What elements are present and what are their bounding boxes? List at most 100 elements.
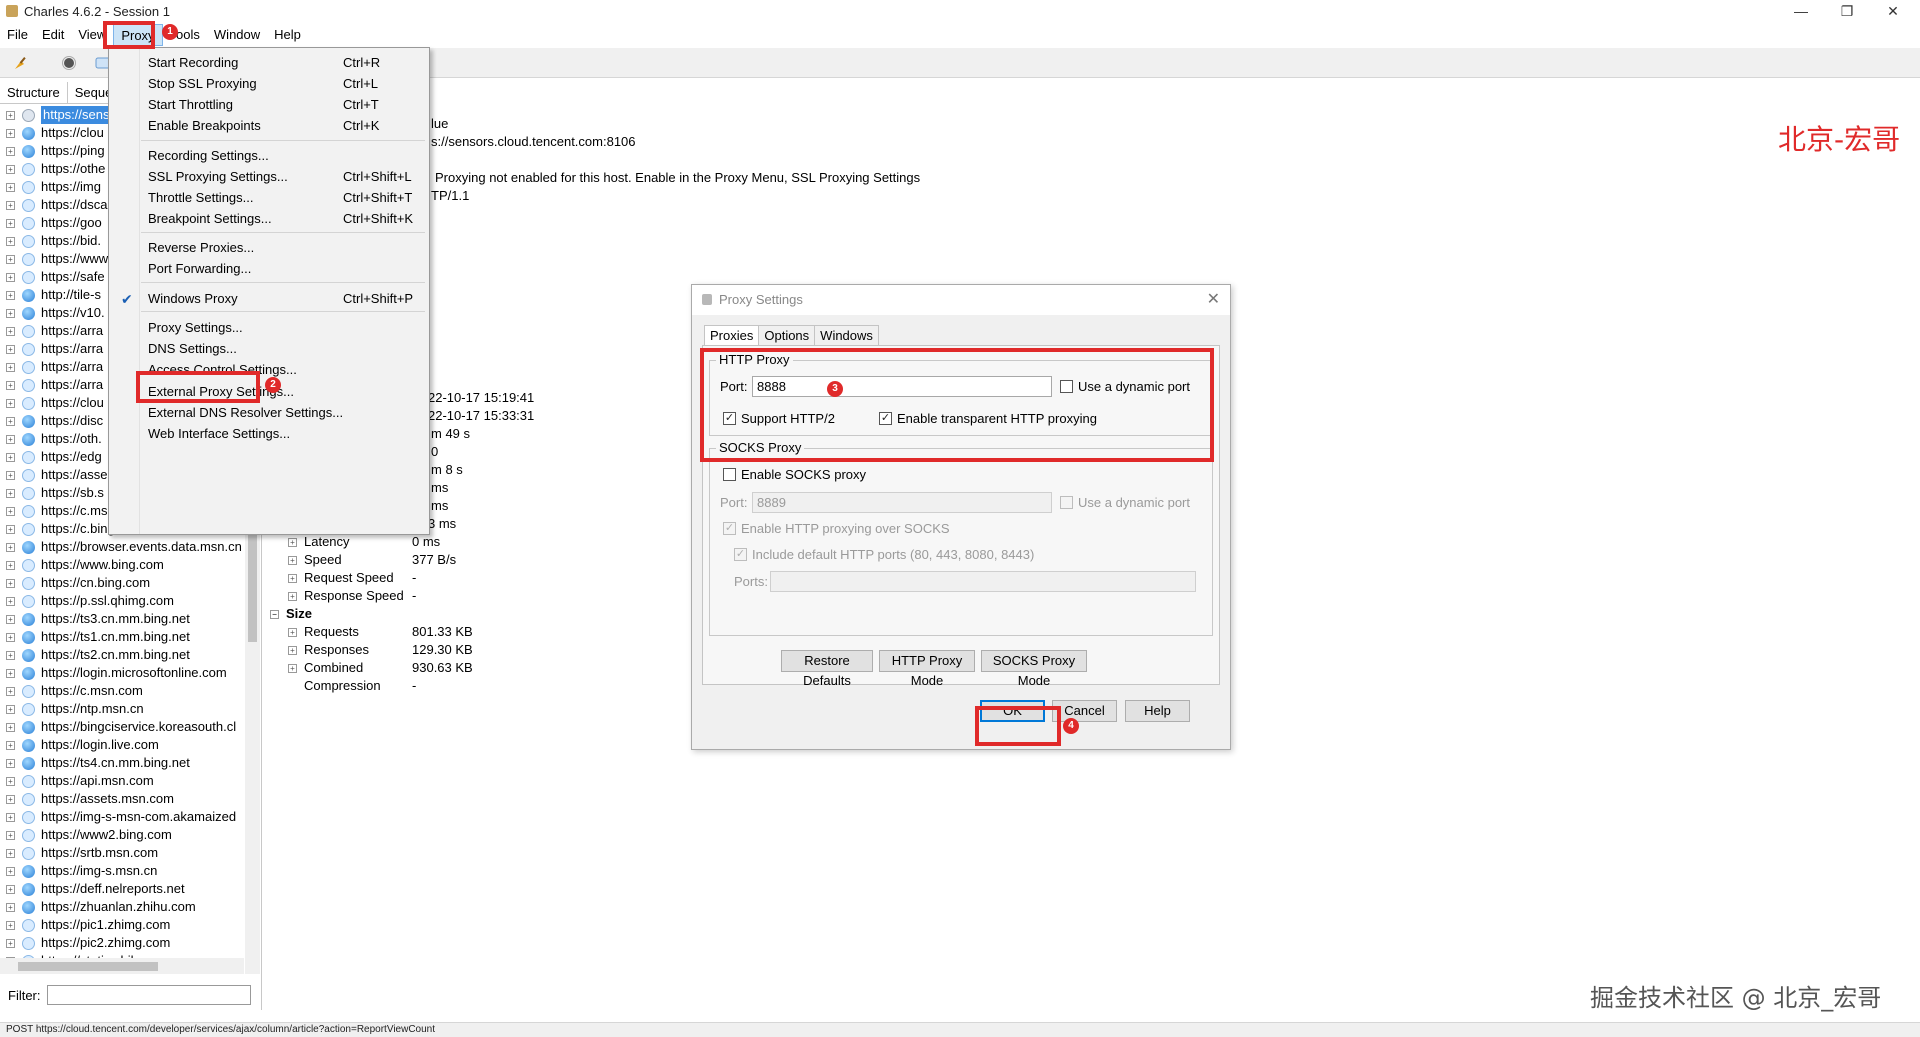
- host-row[interactable]: + https://img-s-msn-com.akamaized: [0, 808, 244, 826]
- expand-icon[interactable]: +: [288, 538, 297, 548]
- enable-socks-checkbox[interactable]: [723, 468, 736, 481]
- menu-item-enable-breakpoints[interactable]: Enable Breakpoints Ctrl+K: [109, 115, 429, 137]
- expand-icon[interactable]: +: [6, 561, 15, 570]
- expand-icon[interactable]: +: [6, 525, 15, 534]
- tab-proxies[interactable]: Proxies: [704, 325, 760, 346]
- expand-icon[interactable]: +: [6, 507, 15, 516]
- menu-item-reverse-proxies[interactable]: Reverse Proxies...: [109, 237, 429, 259]
- expand-icon[interactable]: +: [6, 723, 15, 732]
- tree-row-size[interactable]: − Size: [270, 606, 312, 621]
- restore-defaults-button[interactable]: Restore Defaults: [781, 650, 873, 688]
- host-row[interactable]: + https://pic2.zhimg.com: [0, 934, 244, 952]
- expand-icon[interactable]: +: [6, 687, 15, 696]
- http-over-socks-checkbox[interactable]: ✓: [723, 522, 736, 535]
- expand-icon[interactable]: +: [288, 664, 297, 674]
- close-window-button[interactable]: ✕: [1870, 0, 1916, 22]
- expand-icon[interactable]: +: [6, 255, 15, 264]
- socks-dynamic-port-checkbox[interactable]: [1060, 496, 1073, 509]
- expand-icon[interactable]: +: [6, 399, 15, 408]
- menu-item-start-throttling[interactable]: Start Throttling Ctrl+T: [109, 94, 429, 116]
- expand-icon[interactable]: +: [6, 777, 15, 786]
- host-row[interactable]: + https://zhuanlan.zhihu.com: [0, 898, 244, 916]
- expand-icon[interactable]: +: [6, 111, 15, 120]
- expand-icon[interactable]: +: [6, 705, 15, 714]
- host-row[interactable]: + https://c.msn.com: [0, 682, 244, 700]
- tab-structure[interactable]: Structure: [0, 82, 68, 103]
- host-row[interactable]: + https://ts4.cn.mm.bing.net: [0, 754, 244, 772]
- expand-icon[interactable]: +: [6, 471, 15, 480]
- host-row[interactable]: + https://p.ssl.qhimg.com: [0, 592, 244, 610]
- host-row[interactable]: + https://ts3.cn.mm.bing.net: [0, 610, 244, 628]
- menu-item-external-dns-resolver-settings[interactable]: External DNS Resolver Settings...: [109, 402, 429, 424]
- menu-item-proxy-settings[interactable]: Proxy Settings...: [109, 317, 429, 339]
- expand-icon[interactable]: +: [6, 489, 15, 498]
- expand-icon[interactable]: +: [6, 327, 15, 336]
- expand-icon[interactable]: +: [288, 628, 297, 638]
- host-row[interactable]: + https://login.live.com: [0, 736, 244, 754]
- expand-icon[interactable]: +: [6, 651, 15, 660]
- expand-icon[interactable]: +: [6, 129, 15, 138]
- menu-item-dns-settings[interactable]: DNS Settings...: [109, 338, 429, 360]
- host-row[interactable]: + https://browser.events.data.msn.cn: [0, 538, 244, 556]
- expand-icon[interactable]: +: [6, 831, 15, 840]
- host-row[interactable]: + https://ts2.cn.mm.bing.net: [0, 646, 244, 664]
- expand-icon[interactable]: +: [6, 669, 15, 678]
- host-row[interactable]: + https://api.msn.com: [0, 772, 244, 790]
- expand-icon[interactable]: +: [6, 237, 15, 246]
- menu-file[interactable]: File: [0, 24, 35, 46]
- host-row[interactable]: + https://login.microsoftonline.com: [0, 664, 244, 682]
- tree-row-latency[interactable]: + Latency: [288, 534, 350, 549]
- host-row[interactable]: + https://img-s.msn.cn: [0, 862, 244, 880]
- menu-item-recording-settings[interactable]: Recording Settings...: [109, 145, 429, 167]
- menu-item-web-interface-settings[interactable]: Web Interface Settings...: [109, 423, 429, 445]
- expand-icon[interactable]: +: [6, 417, 15, 426]
- menu-item-stop-ssl-proxying[interactable]: Stop SSL Proxying Ctrl+L: [109, 73, 429, 95]
- expand-icon[interactable]: +: [6, 741, 15, 750]
- record-icon[interactable]: [60, 54, 78, 72]
- menu-item-breakpoint-settings[interactable]: Breakpoint Settings... Ctrl+Shift+K: [109, 208, 429, 230]
- http-proxy-mode-button[interactable]: HTTP Proxy Mode: [879, 650, 975, 688]
- menu-item-windows-proxy[interactable]: ✔ Windows Proxy Ctrl+Shift+P: [109, 288, 429, 310]
- expand-icon[interactable]: +: [6, 903, 15, 912]
- menu-window[interactable]: Window: [207, 24, 267, 46]
- expand-icon[interactable]: +: [6, 165, 15, 174]
- expand-icon[interactable]: +: [6, 381, 15, 390]
- horizontal-scrollbar[interactable]: [0, 958, 244, 974]
- include-ports-checkbox[interactable]: ✓: [734, 548, 747, 561]
- host-row[interactable]: + https://ntp.msn.cn: [0, 700, 244, 718]
- menu-item-throttle-settings[interactable]: Throttle Settings... Ctrl+Shift+T: [109, 187, 429, 209]
- menu-item-start-recording[interactable]: Start Recording Ctrl+R: [109, 52, 429, 74]
- host-row[interactable]: + https://www.bing.com: [0, 556, 244, 574]
- collapse-icon[interactable]: −: [270, 610, 279, 620]
- expand-icon[interactable]: +: [288, 646, 297, 656]
- help-button[interactable]: Help: [1125, 700, 1190, 722]
- tab-options[interactable]: Options: [758, 325, 816, 345]
- host-row[interactable]: + https://assets.msn.com: [0, 790, 244, 808]
- expand-icon[interactable]: +: [6, 219, 15, 228]
- expand-icon[interactable]: +: [6, 543, 15, 552]
- expand-icon[interactable]: +: [6, 921, 15, 930]
- expand-icon[interactable]: +: [6, 939, 15, 948]
- expand-icon[interactable]: +: [6, 183, 15, 192]
- expand-icon[interactable]: +: [6, 867, 15, 876]
- tree-row-request-speed[interactable]: + Request Speed: [288, 570, 394, 585]
- menu-edit[interactable]: Edit: [35, 24, 71, 46]
- tree-row-combined[interactable]: + Combined: [288, 660, 363, 675]
- expand-icon[interactable]: +: [6, 309, 15, 318]
- host-row[interactable]: + https://bingciservice.koreasouth.cl: [0, 718, 244, 736]
- ports-input[interactable]: [770, 571, 1196, 592]
- filter-input[interactable]: [47, 985, 251, 1005]
- expand-icon[interactable]: +: [6, 759, 15, 768]
- expand-icon[interactable]: +: [6, 147, 15, 156]
- expand-icon[interactable]: +: [6, 345, 15, 354]
- socks-proxy-mode-button[interactable]: SOCKS Proxy Mode: [981, 650, 1087, 688]
- scroll-thumb[interactable]: [18, 962, 158, 971]
- tree-row-responses[interactable]: + Responses: [288, 642, 369, 657]
- expand-icon[interactable]: +: [288, 556, 297, 566]
- host-row[interactable]: + https://deff.nelreports.net: [0, 880, 244, 898]
- tree-row-response-speed[interactable]: + Response Speed: [288, 588, 404, 603]
- expand-icon[interactable]: +: [6, 579, 15, 588]
- host-row[interactable]: + https://ts1.cn.mm.bing.net: [0, 628, 244, 646]
- expand-icon[interactable]: +: [6, 849, 15, 858]
- expand-icon[interactable]: +: [6, 273, 15, 282]
